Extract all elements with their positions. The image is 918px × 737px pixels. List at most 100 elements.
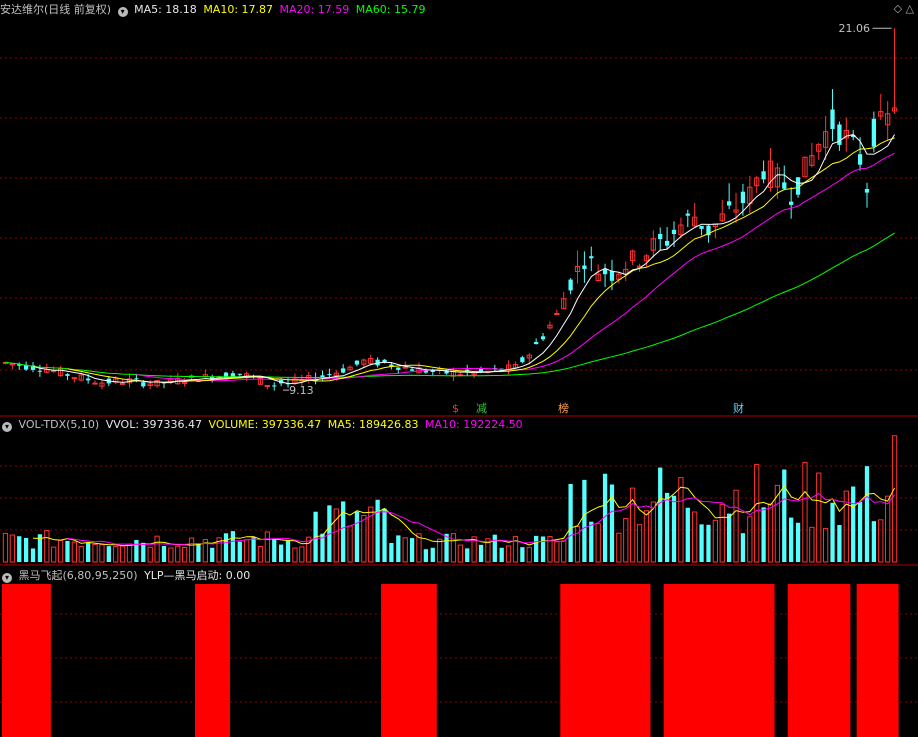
volume-label: VOLUME: 397336.47 <box>208 418 322 431</box>
signal-bar <box>615 584 623 737</box>
volume-bar-down <box>664 492 670 562</box>
volume-bar-up <box>891 435 898 563</box>
vol-dropdown-icon[interactable]: ▾ <box>2 422 12 432</box>
volume-bar-up <box>643 510 650 563</box>
signal-bar <box>215 584 224 737</box>
volume-bar-down <box>795 522 801 562</box>
volume-bar-up <box>712 519 718 563</box>
candle-body-down <box>871 118 877 147</box>
volume-bar-down <box>492 534 497 562</box>
candle-body-down <box>671 229 677 234</box>
signal-bar <box>725 584 734 737</box>
volume-bar-down <box>223 533 229 562</box>
signal-bar <box>415 584 424 737</box>
volume-bar-up <box>244 539 250 563</box>
volume-bar-up <box>402 537 408 563</box>
volume-bar-down <box>671 495 677 562</box>
stock-title[interactable]: 安达维尔(日线 前复权) <box>0 3 111 16</box>
volume-bar-up <box>347 525 353 563</box>
signal-bar <box>670 584 679 737</box>
volume-bar-down <box>272 539 277 562</box>
signal-bar <box>753 584 761 737</box>
signal-bar <box>677 584 685 737</box>
candle-body-down <box>568 279 573 291</box>
candle-body-down <box>354 360 360 365</box>
volume-bar-up <box>175 545 181 563</box>
volume-bar-up <box>264 531 270 563</box>
volume-bar-up <box>450 533 457 563</box>
signal-bar <box>684 584 692 737</box>
triangle-up-icon[interactable]: △ <box>906 2 914 15</box>
event-marker[interactable]: $ <box>452 402 459 415</box>
volume-bar-up <box>9 534 15 563</box>
vol-title[interactable]: VOL-TDX(5,10) <box>19 418 100 431</box>
volume-bar-up <box>147 546 153 563</box>
dropdown-icon[interactable]: ▾ <box>117 7 128 17</box>
diamond-icon[interactable]: ◇ <box>894 2 902 15</box>
candle-body-down <box>65 374 70 376</box>
candle-body-up <box>264 385 270 387</box>
ma10-label: MA10: 17.87 <box>203 3 274 16</box>
event-marker[interactable]: 减 <box>476 402 487 415</box>
volume-bar-up <box>616 532 622 563</box>
signal-bar <box>842 584 851 737</box>
volume-bar-down <box>396 535 401 562</box>
volume-bar-down <box>830 502 835 562</box>
candle-body-down <box>857 154 863 165</box>
ma5-label: MA5: 18.18 <box>134 3 197 16</box>
volume-bar-up <box>767 503 774 563</box>
volume-bar-up <box>57 539 64 563</box>
candle-body-up <box>92 382 98 385</box>
signal-bar <box>36 584 44 737</box>
event-marker[interactable]: 榜 <box>558 401 569 415</box>
signal-bar <box>594 584 603 737</box>
chart-svg[interactable]: 21.06 9.13 $ 减 榜 财 <box>0 0 918 737</box>
volume-bar-down <box>423 549 429 562</box>
signal-bar <box>732 584 741 737</box>
volume-bar-down <box>582 479 587 562</box>
ind-dropdown-icon[interactable]: ▾ <box>2 573 12 583</box>
signal-bar <box>422 584 430 737</box>
volume-bar-down <box>161 545 167 562</box>
signal-bar <box>787 584 796 737</box>
volume-bar-down <box>389 542 394 562</box>
indicator-header: ▾ 黑马飞起(6,80,95,250) YLP—黑马启动: 0.00 <box>0 567 250 583</box>
volume-bar-up <box>119 545 126 563</box>
volume-bar-up <box>92 544 98 563</box>
candle-body-down <box>830 109 835 129</box>
signal-bar <box>201 584 210 737</box>
volume-bar-up <box>51 546 57 563</box>
signal-bar <box>642 584 651 737</box>
candle-body-up <box>9 363 15 366</box>
vol-ma5-label: MA5: 189426.83 <box>327 418 419 431</box>
event-marker[interactable]: 财 <box>733 401 744 415</box>
signal-bar <box>705 584 713 737</box>
volume-bar-up <box>292 547 298 563</box>
volume-bar-down <box>789 517 794 562</box>
signal-bar <box>711 584 720 737</box>
volume-bar-down <box>354 511 360 562</box>
candle-body-down <box>396 367 401 370</box>
candle-body-down <box>478 368 484 372</box>
volume-bar-down <box>65 540 70 562</box>
volume-bar-down <box>706 524 711 562</box>
signal-bar <box>884 584 892 737</box>
signal-bar <box>381 584 389 737</box>
signal-bar <box>601 584 610 737</box>
signal-bar <box>877 584 885 737</box>
volume-bar-up <box>99 544 105 563</box>
candle-body-down <box>520 357 525 363</box>
signal-bar <box>698 584 706 737</box>
vol-ma10-label: MA10: 192224.50 <box>424 418 523 431</box>
volume-bar-up <box>168 547 174 563</box>
volume-bar-down <box>17 536 22 562</box>
signal-bar <box>574 584 582 737</box>
signal-bar <box>194 584 203 737</box>
volume-bar-up <box>733 489 739 563</box>
indicator-title[interactable]: 黑马飞起(6,80,95,250) <box>19 569 138 582</box>
signal-bar <box>15 584 24 737</box>
signal-bar <box>587 584 596 737</box>
volume-bar-down <box>520 547 525 562</box>
volume-bar-down <box>465 548 470 562</box>
volume-bar-down <box>230 531 236 562</box>
